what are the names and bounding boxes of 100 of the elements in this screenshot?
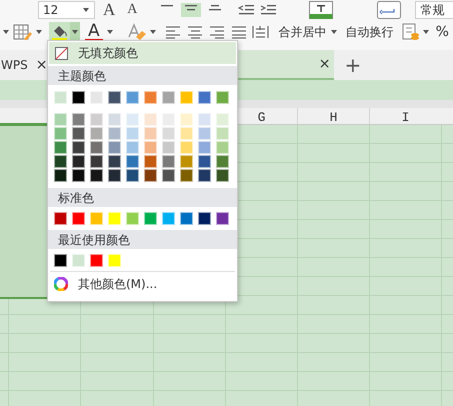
color-swatch[interactable]	[216, 91, 229, 104]
close-tab-button[interactable]: ×	[318, 54, 330, 74]
color-swatch[interactable]	[198, 113, 211, 126]
color-swatch[interactable]	[108, 155, 121, 168]
caret-icon[interactable]	[106, 28, 114, 36]
color-swatch[interactable]	[162, 91, 175, 104]
color-swatch[interactable]	[198, 155, 211, 168]
color-swatch[interactable]	[90, 127, 103, 140]
font-grow-button[interactable]: A	[103, 1, 116, 19]
color-swatch[interactable]	[54, 113, 67, 126]
align-center-icon[interactable]	[186, 25, 204, 39]
indent-decrease-icon[interactable]	[237, 3, 256, 17]
color-swatch[interactable]	[180, 141, 193, 154]
merge-cells-icon[interactable]	[309, 1, 334, 19]
color-swatch[interactable]	[108, 254, 121, 267]
color-swatch[interactable]	[54, 91, 67, 104]
indent-increase-icon[interactable]	[259, 3, 278, 17]
color-swatch[interactable]	[90, 155, 103, 168]
align-left-icon[interactable]	[164, 25, 182, 39]
color-swatch[interactable]	[126, 91, 139, 104]
fill-color-button[interactable]	[49, 22, 70, 42]
color-swatch[interactable]	[108, 169, 121, 182]
color-swatch[interactable]	[108, 141, 121, 154]
color-swatch[interactable]	[144, 212, 157, 225]
color-swatch[interactable]	[108, 113, 121, 126]
color-swatch[interactable]	[54, 169, 67, 182]
color-swatch[interactable]	[54, 155, 67, 168]
color-swatch[interactable]	[162, 212, 175, 225]
border-icon[interactable]	[13, 24, 33, 40]
color-swatch[interactable]	[90, 113, 103, 126]
align-right-icon[interactable]	[208, 25, 226, 39]
color-swatch[interactable]	[126, 141, 139, 154]
color-swatch[interactable]	[180, 169, 193, 182]
color-swatch[interactable]	[72, 155, 85, 168]
caret-icon[interactable]	[35, 28, 43, 36]
color-swatch[interactable]	[90, 169, 103, 182]
color-swatch[interactable]	[180, 113, 193, 126]
column-header[interactable]: I	[369, 108, 441, 124]
color-swatch[interactable]	[198, 127, 211, 140]
new-tab-button[interactable]: +	[344, 50, 362, 80]
color-swatch[interactable]	[198, 169, 211, 182]
color-swatch[interactable]	[162, 127, 175, 140]
color-swatch[interactable]	[144, 141, 157, 154]
color-swatch[interactable]	[54, 212, 67, 225]
color-swatch[interactable]	[90, 212, 103, 225]
wrap-text-button[interactable]: 自动换行	[346, 23, 394, 41]
color-swatch[interactable]	[144, 169, 157, 182]
color-swatch[interactable]	[198, 141, 211, 154]
caret-icon[interactable]	[148, 28, 157, 36]
color-swatch[interactable]	[198, 212, 211, 225]
close-tab-button[interactable]: ×	[36, 54, 48, 76]
fill-color-caret-button[interactable]	[70, 22, 80, 42]
color-swatch[interactable]	[144, 155, 157, 168]
color-swatch[interactable]	[108, 91, 121, 104]
color-swatch[interactable]	[72, 113, 85, 126]
color-swatch[interactable]	[126, 113, 139, 126]
caret-icon[interactable]	[330, 28, 338, 36]
color-swatch[interactable]	[162, 169, 175, 182]
color-swatch[interactable]	[216, 155, 229, 168]
column-header[interactable]: H	[297, 108, 369, 124]
percent-button[interactable]: %	[436, 22, 449, 42]
color-swatch[interactable]	[54, 127, 67, 140]
color-swatch[interactable]	[216, 212, 229, 225]
more-colors-option[interactable]: 其他颜色(M)...	[48, 272, 237, 296]
color-swatch[interactable]	[180, 127, 193, 140]
color-swatch[interactable]	[90, 91, 103, 104]
color-swatch[interactable]	[72, 254, 85, 267]
color-swatch[interactable]	[72, 91, 85, 104]
caret-icon[interactable]	[2, 28, 10, 36]
color-swatch[interactable]	[126, 212, 139, 225]
color-swatch[interactable]	[72, 169, 85, 182]
font-size-field[interactable]: 12	[38, 1, 95, 19]
color-swatch[interactable]	[162, 141, 175, 154]
color-swatch[interactable]	[54, 141, 67, 154]
font-shrink-button[interactable]: A	[127, 1, 138, 19]
align-middle-icon[interactable]	[181, 3, 202, 17]
color-swatch[interactable]	[108, 212, 121, 225]
color-swatch[interactable]	[72, 141, 85, 154]
color-swatch[interactable]	[90, 254, 103, 267]
color-swatch[interactable]	[126, 155, 139, 168]
distributed-align-icon[interactable]	[252, 25, 269, 39]
number-format-field[interactable]: 常规	[415, 1, 453, 19]
color-swatch[interactable]	[72, 127, 85, 140]
color-swatch[interactable]	[216, 127, 229, 140]
color-swatch[interactable]	[216, 169, 229, 182]
caret-icon[interactable]	[422, 28, 430, 36]
merge-center-button[interactable]: 合并居中	[278, 23, 327, 41]
currency-format-icon[interactable]	[402, 23, 420, 41]
color-swatch[interactable]	[144, 113, 157, 126]
justify-icon[interactable]	[230, 25, 248, 39]
color-swatch[interactable]	[180, 91, 193, 104]
no-fill-option[interactable]: 无填充颜色	[49, 42, 236, 64]
color-swatch[interactable]	[180, 212, 193, 225]
color-swatch[interactable]	[216, 141, 229, 154]
color-swatch[interactable]	[162, 155, 175, 168]
color-swatch[interactable]	[216, 113, 229, 126]
color-swatch[interactable]	[72, 212, 85, 225]
color-swatch[interactable]	[198, 91, 211, 104]
wrap-text-icon[interactable]	[377, 1, 402, 19]
color-swatch[interactable]	[90, 141, 103, 154]
